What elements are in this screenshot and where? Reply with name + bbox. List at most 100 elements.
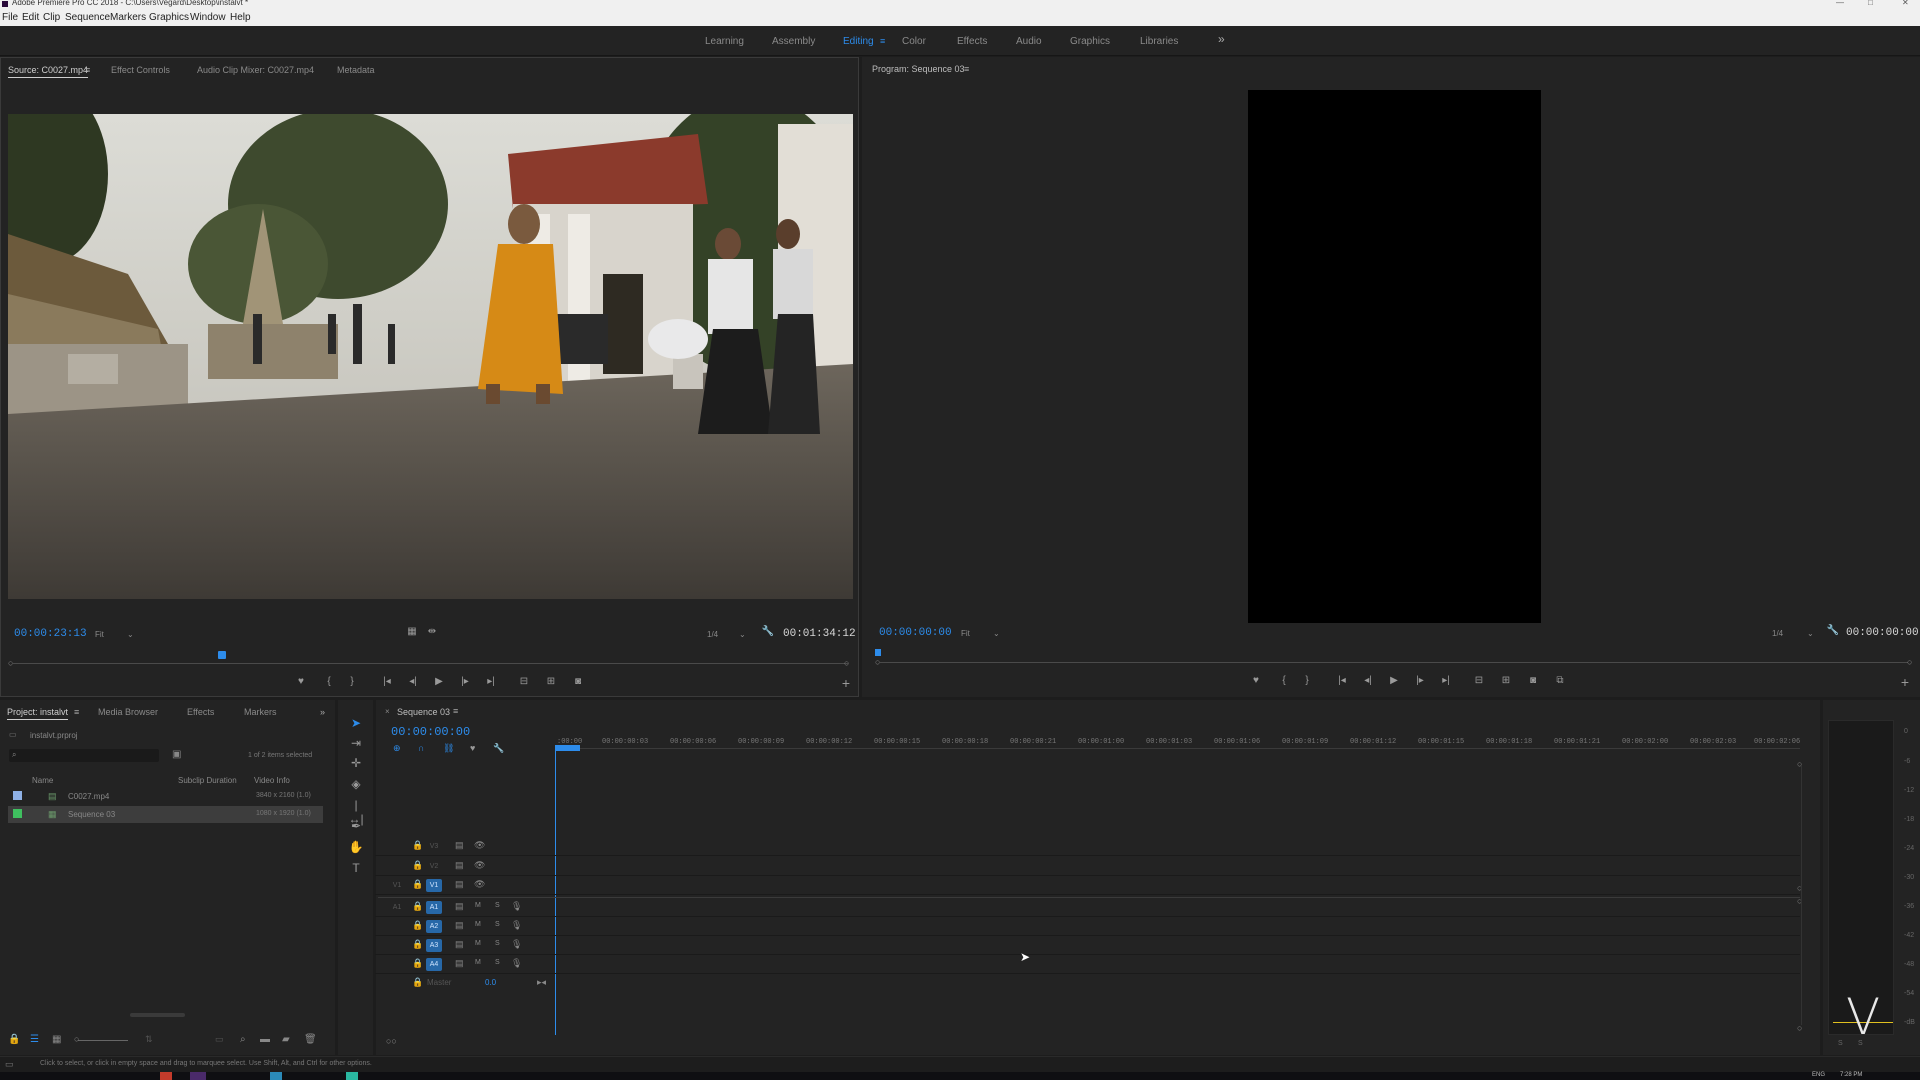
workspace-assembly[interactable]: Assembly [772,36,815,47]
column-name[interactable]: Name [32,776,53,785]
source-timecode[interactable]: 00:00:23:13 [14,628,87,640]
sync-lock-icon[interactable]: ▤ [455,901,464,912]
microphone-icon[interactable]: 🎙 [511,939,522,950]
eye-icon[interactable]: 👁 [474,860,485,871]
program-playhead[interactable] [875,649,881,656]
new-item-icon[interactable]: ▰ [282,1034,290,1045]
mark-in-icon[interactable]: { [1276,675,1292,686]
tab-metadata[interactable]: Metadata [337,65,375,75]
tab-effect-controls[interactable]: Effect Controls [111,65,170,75]
sync-lock-icon[interactable]: ▤ [455,879,464,890]
minimize-icon[interactable]: — [1836,0,1844,7]
close-icon[interactable]: × [385,707,390,716]
solo-button[interactable]: S [495,940,500,947]
workspace-color[interactable]: Color [902,36,926,47]
panel-menu-icon[interactable]: ≡ [74,707,79,717]
pen-tool-icon[interactable]: ✒ [348,819,364,833]
sync-lock-icon[interactable]: ▤ [455,840,464,851]
track-label[interactable]: A1 [426,901,442,914]
lock-icon[interactable]: 🔒 [412,920,423,931]
eye-icon[interactable]: 👁 [474,879,485,890]
button-editor-plus-icon[interactable]: + [838,675,854,691]
tab-media-browser[interactable]: Media Browser [98,707,158,717]
lock-icon[interactable]: 🔒 [8,1034,20,1045]
scrub-start-handle-icon[interactable]: ○ [875,657,880,667]
add-marker-icon[interactable]: ♥ [1248,675,1264,686]
razor-tool-icon[interactable]: ◈ [348,777,364,791]
wrench-icon[interactable]: 🔧 [760,626,776,637]
overwrite-icon[interactable]: ⊞ [543,676,559,687]
menu-edit[interactable]: Edit [22,12,39,23]
microphone-icon[interactable]: 🎙 [511,958,522,969]
lock-icon[interactable]: 🔒 [412,958,423,969]
mute-button[interactable]: M [475,921,481,928]
menu-file[interactable]: File [2,12,18,23]
slider-handle-icon[interactable]: ○ [74,1034,79,1044]
workspace-menu-icon[interactable]: ≡ [880,36,885,46]
label-color-swatch[interactable] [13,809,22,818]
hand-tool-icon[interactable]: ✋ [348,840,364,854]
menu-graphics[interactable]: Graphics [149,12,189,23]
snap-icon[interactable]: ∩ [418,743,424,753]
new-bin-icon[interactable]: ▣ [172,749,181,760]
chevron-down-icon[interactable]: ⌄ [127,630,134,639]
microphone-icon[interactable]: 🎙 [511,920,522,931]
project-search-input[interactable]: ⌕ [9,749,159,762]
type-tool-icon[interactable]: T [348,861,364,875]
zoom-handle-icon[interactable]: ○○ [386,1036,397,1046]
menu-window[interactable]: Window [190,12,226,23]
lock-icon[interactable]: 🔒 [412,977,423,988]
program-scrub-bar[interactable] [880,662,1908,663]
icon-view-icon[interactable]: ▦ [52,1034,61,1045]
drag-video-audio-icon[interactable]: ⇹ [424,626,440,637]
track-master[interactable]: 🔒 Master 0.0 ▸◂ [375,974,1800,993]
lock-icon[interactable]: 🔒 [412,901,423,912]
master-volume-value[interactable]: 0.0 [485,978,496,987]
step-forward-icon[interactable]: |▸ [1412,675,1428,686]
mute-button[interactable]: M [475,940,481,947]
solo-button[interactable]: S [495,959,500,966]
go-to-in-icon[interactable]: |◂ [379,676,395,687]
extract-icon[interactable]: ⊞ [1498,675,1514,686]
source-video-frame[interactable] [8,114,853,599]
taskbar-app-icon[interactable] [270,1072,282,1080]
microphone-icon[interactable]: 🎙 [511,901,522,912]
sync-lock-icon[interactable]: ▤ [455,958,464,969]
list-item[interactable]: ▤ C0027.mp4 3840 x 2160 (1.0) [8,788,323,805]
track-a4[interactable]: 🔒 A4 ▤ M S 🎙 [375,955,1800,974]
add-marker-icon[interactable]: ♥ [470,743,475,753]
source-fit-dropdown[interactable]: Fit [95,630,104,639]
panel-menu-icon[interactable]: ≡ [85,65,90,75]
find-icon[interactable]: ⌕ [240,1034,246,1045]
comparison-view-icon[interactable]: ⧉ [1552,675,1568,686]
chevron-down-icon[interactable]: ⌄ [739,630,746,639]
wrench-icon[interactable]: 🔧 [1825,625,1841,636]
track-label[interactable]: V3 [426,840,442,853]
workspace-learning[interactable]: Learning [705,36,744,47]
track-label[interactable]: A3 [426,939,442,952]
selection-tool-icon[interactable]: ➤ [348,716,364,730]
list-item[interactable]: ▦ Sequence 03 1080 x 1920 (1.0) [8,806,323,823]
track-label[interactable]: A2 [426,920,442,933]
language-indicator[interactable]: ENG [1812,1072,1825,1078]
sort-icon[interactable]: ⇅ [145,1034,153,1045]
workspace-graphics[interactable]: Graphics [1070,36,1110,47]
track-label[interactable]: V1 [426,879,442,892]
chevron-down-icon[interactable]: ⌄ [993,629,1000,638]
go-to-edit-icon[interactable]: ▸◂ [537,977,546,988]
step-back-icon[interactable]: ◂| [1360,675,1376,686]
mute-button[interactable]: M [475,959,481,966]
track-v1[interactable]: V1 🔒 V1 ▤ 👁 [375,876,1800,895]
column-video-info[interactable]: Video Info [254,776,290,785]
mark-in-icon[interactable]: { [321,676,337,687]
go-to-out-icon[interactable]: ▸| [1438,675,1454,686]
solo-button[interactable]: S [495,902,500,909]
lock-icon[interactable]: 🔒 [412,879,423,890]
label-color-swatch[interactable] [13,791,22,800]
ripple-edit-tool-icon[interactable]: ✛ [348,756,364,770]
export-frame-icon[interactable]: ◙ [570,676,586,687]
source-resolution-dropdown[interactable]: 1/4 [707,630,718,639]
tab-markers[interactable]: Markers [244,707,277,717]
panel-menu-icon[interactable]: ≡ [964,64,969,74]
taskbar-premiere-icon[interactable] [190,1072,206,1080]
